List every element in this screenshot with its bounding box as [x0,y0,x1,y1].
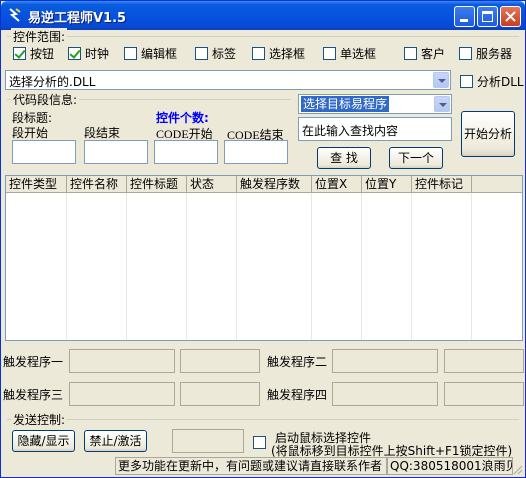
checkbox-analyze-dll[interactable]: 分析DLL [460,73,524,89]
send-control-label: 发送控制: [11,411,68,428]
checkbox-selectbox[interactable]: 选择框 [252,45,305,61]
seg-start-label: 段开始 [12,126,49,140]
table-header: 控件类型 控件名称 控件标题 状态 触发程序数 位置X 位置Y 控件标记 [6,176,522,193]
close-button[interactable] [500,6,521,27]
trigger-3-box-a[interactable] [69,382,175,406]
code-end-field[interactable] [224,140,288,164]
column-divider [411,193,412,340]
minimize-icon [460,19,468,22]
code-start-field[interactable] [154,140,218,164]
checkbox-box[interactable] [13,46,26,60]
resize-grip-icon[interactable] [511,463,523,475]
control-range-groupline [7,36,519,37]
search-button[interactable]: 查 找 [317,147,371,169]
search-input-value: 在此输入查找内容 [302,124,399,138]
checkbox-box[interactable] [460,74,473,88]
column-divider [311,193,312,340]
checkbox-button[interactable]: 按钮 [13,45,54,61]
trigger-2-label: 触发程序二 [267,355,328,369]
checkbox-box[interactable] [252,46,265,60]
trigger-4-label: 触发程序四 [267,388,328,402]
checkbox-label: 单选框 [340,46,377,61]
checkbox-label: 编辑框 [141,46,178,61]
trigger-4-box-a[interactable] [332,382,438,406]
search-input[interactable]: 在此输入查找内容 [298,117,452,141]
column-header[interactable]: 控件标记 [412,176,472,193]
send-control-groupline [7,419,519,420]
start-analysis-button[interactable]: 开始分析 [461,111,515,157]
column-divider [236,193,237,340]
control-count-label: 控件个数: [156,111,209,125]
column-divider [471,193,472,340]
status-bar: 更多功能在更新中，有问题或建议请直接联系作者 QQ:380518001浪雨贝贝 [3,457,523,475]
checkbox-box[interactable] [459,46,472,60]
status-message: 更多功能在更新中，有问题或建议请直接联系作者 [115,457,387,475]
target-select[interactable]: 选择目标易程序 [298,94,452,114]
trigger-4-box-b[interactable] [444,382,524,406]
maximize-button[interactable] [477,6,498,27]
checkbox-box[interactable] [124,46,137,60]
trigger-2-box-b[interactable] [444,349,524,373]
title-bar[interactable]: 易逆工程师V1.5 [1,1,525,30]
column-header[interactable]: 控件标题 [127,176,187,193]
checkbox-box[interactable] [404,46,417,60]
checkbox-box[interactable] [253,435,266,449]
hide-show-button[interactable]: 隐藏/显示 [12,430,75,452]
minimize-button[interactable] [454,6,475,27]
column-header[interactable]: 位置X [312,176,362,193]
mouse-target-box[interactable] [172,429,244,453]
checkbox-label: 按钮 [30,46,55,61]
checkbox-timer[interactable]: 时钟 [68,45,109,61]
seg-end-field[interactable] [84,140,148,164]
status-contact: QQ:380518001浪雨贝贝 [387,457,513,475]
checkbox-box[interactable] [323,46,336,60]
maximize-icon [482,11,493,22]
target-select-value: 选择目标易程序 [301,96,390,112]
trigger-2-box-a[interactable] [332,349,438,373]
checkbox-label-ctrl[interactable]: 标签 [195,45,236,61]
checkbox-label: 服务器 [476,46,513,61]
trigger-3-box-b[interactable] [180,382,260,406]
checkbox-client[interactable]: 客户 [404,45,445,61]
checkbox-server[interactable]: 服务器 [459,45,512,61]
dll-select[interactable]: 选择分析的.DLL [5,70,451,90]
controls-table[interactable]: 控件类型 控件名称 控件标题 状态 触发程序数 位置X 位置Y 控件标记 [5,175,523,341]
column-header[interactable]: 控件名称 [67,176,127,193]
column-divider [126,193,127,340]
column-header[interactable]: 位置Y [362,176,412,193]
column-header[interactable]: 触发程序数 [237,176,312,193]
checkbox-label: 客户 [421,46,446,61]
checkbox-editbox[interactable]: 编辑框 [124,45,177,61]
column-divider [361,193,362,340]
app-window: 易逆工程师V1.5 控件范围: 按钮 时钟 编辑框 标签 选择框 单选框 客户 … [0,0,526,478]
next-button[interactable]: 下一个 [389,147,443,169]
column-divider [186,193,187,340]
trigger-3-label: 触发程序三 [3,388,64,402]
checkbox-label: 选择框 [269,46,306,61]
checkbox-box[interactable] [195,46,208,60]
trigger-1-label: 触发程序一 [3,355,64,369]
control-range-label: 控件范围: [11,28,68,45]
window-title: 易逆工程师V1.5 [28,11,127,26]
disable-enable-button[interactable]: 禁止/激活 [84,430,147,452]
checkbox-mouse-select[interactable] [253,434,266,450]
chevron-down-icon[interactable] [433,72,449,88]
close-icon [505,11,516,22]
checkbox-label: 分析DLL [477,74,524,89]
dll-select-value: 选择分析的.DLL [9,75,96,89]
checkbox-box[interactable] [68,46,81,60]
checkbox-label: 时钟 [85,46,110,61]
column-header[interactable]: 控件类型 [6,176,67,193]
seg-start-field[interactable] [12,140,76,164]
column-header[interactable]: 状态 [187,176,237,193]
trigger-1-box-b[interactable] [180,349,260,373]
chevron-down-icon[interactable] [434,96,450,112]
checkbox-label: 标签 [212,46,237,61]
seg-end-label: 段结束 [84,126,121,140]
column-divider [66,193,67,340]
app-icon [9,8,21,22]
checkbox-radio[interactable]: 单选框 [323,45,376,61]
code-info-label: 代码段信息: [11,91,80,108]
trigger-1-box-a[interactable] [69,349,175,373]
